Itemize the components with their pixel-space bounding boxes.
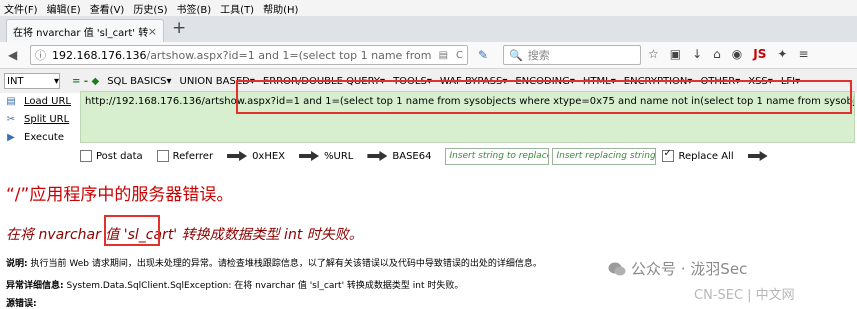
hackbar-options: Post data Referrer 0xHEX %URL BASE64 Ins… — [80, 146, 857, 166]
base64-label: BASE64 — [392, 150, 432, 162]
menu-help[interactable]: 帮助(H) — [263, 1, 298, 16]
url-encode-label: %URL — [324, 150, 354, 162]
highlight-box-payload — [236, 80, 852, 114]
download-icon[interactable]: ↓ — [692, 47, 702, 61]
bookmark-icon[interactable]: ▣ — [670, 47, 681, 61]
reader-icon[interactable]: ▤ — [439, 50, 448, 61]
close-icon[interactable]: × — [148, 25, 157, 38]
menu-tools[interactable]: 工具(T) — [220, 1, 254, 16]
exception-line: 异常详细信息: System.Data.SqlClient.SqlExcepti… — [6, 278, 463, 291]
menu-edit[interactable]: 编辑(E) — [47, 1, 81, 16]
type-select-value: INT — [7, 75, 24, 87]
watermark-account: 公众号 · 泷羽Sec — [608, 258, 747, 279]
replace-all-checkbox[interactable]: Replace All — [662, 148, 734, 162]
menu-sql-basics[interactable]: SQL BASICS▾ — [107, 76, 171, 87]
tab-strip: 在将 nvarchar 值 'sl_cart' 转... × + — [0, 16, 857, 42]
hex-label: 0xHEX — [252, 150, 286, 162]
error-heading: 在将 nvarchar 值 'sl_cart' 转换成数据类型 int 时失败。 — [6, 227, 363, 243]
url-host: 192.168.176.136 — [52, 48, 147, 62]
execute-label: Execute — [24, 131, 64, 143]
highlight-box-value — [104, 215, 160, 246]
new-tab-button[interactable]: + — [172, 18, 186, 38]
nav-bar: ◀ ⓘ 192.168.176.136/artshow.aspx?id=1 an… — [0, 42, 857, 69]
globe-icon[interactable]: ◉ — [732, 47, 742, 61]
menu-bookmarks[interactable]: 书签(B) — [177, 1, 212, 16]
arrow-right-icon[interactable] — [747, 151, 768, 161]
toolbar-icons: ☆ ▣ ↓ ⌂ ◉ JS ✦ ≡ — [648, 47, 809, 61]
arrow-right-icon — [299, 151, 320, 161]
execute-icon: ▶ — [7, 131, 15, 143]
arrow-right-icon — [367, 151, 388, 161]
base64-button[interactable]: BASE64 — [367, 151, 431, 162]
reload-icon[interactable]: C — [456, 50, 463, 61]
execute-button[interactable]: ▶ Execute — [4, 128, 80, 146]
hex-button[interactable]: 0xHEX — [227, 151, 285, 162]
tab-title: 在将 nvarchar 值 'sl_cart' 转... — [13, 27, 148, 39]
search-input[interactable]: 🔍 搜索 — [503, 45, 641, 65]
exception-text: System.Data.SqlClient.SqlException: 在将 n… — [66, 281, 464, 291]
checkbox-checked-icon — [662, 148, 675, 162]
tab-active[interactable]: 在将 nvarchar 值 'sl_cart' 转... × — [6, 19, 164, 42]
insert-string-input[interactable]: Insert string to replace — [445, 147, 550, 165]
wechat-icon — [608, 262, 626, 275]
load-url-button[interactable]: ▤ Load URL — [4, 92, 80, 110]
replace-all-label: Replace All — [678, 150, 734, 162]
search-placeholder: 搜索 — [527, 49, 550, 62]
referrer-checkbox[interactable]: Referrer — [156, 150, 214, 162]
split-url-label: Split URL — [24, 113, 70, 125]
page-title: “/”应用程序中的服务器错误。 — [6, 185, 234, 205]
checkbox-icon — [156, 150, 169, 162]
url-path: /artshow.aspx?id=1 and 1=(select top 1 n… — [146, 48, 435, 62]
js-icon[interactable]: JS — [753, 47, 766, 61]
menu-history[interactable]: 历史(S) — [133, 1, 167, 16]
back-icon[interactable]: ◀ — [8, 48, 17, 62]
search-icon: 🔍 — [509, 48, 523, 62]
menu-file[interactable]: 文件(F) — [4, 1, 38, 16]
load-icon: ▤ — [6, 95, 16, 107]
source-line: 源错误: — [6, 296, 37, 309]
info-icon[interactable]: ⓘ — [35, 47, 46, 63]
replacing-string-input[interactable]: Insert replacing string — [552, 147, 657, 165]
referrer-label: Referrer — [172, 150, 214, 162]
split-icon: ✂ — [6, 113, 16, 125]
hackbar-actions: ▤ Load URL ✂ Split URL ▶ Execute — [4, 92, 80, 146]
watermark-site: CN-SEC | 中文网 — [694, 288, 795, 303]
load-url-label: Load URL — [24, 95, 72, 107]
arrow-right-icon — [227, 151, 248, 161]
source-label: 源错误: — [6, 299, 37, 309]
menu-view[interactable]: 查看(V) — [90, 1, 125, 16]
post-data-label: Post data — [96, 150, 143, 162]
exception-label: 异常详细信息: — [6, 281, 64, 291]
watermark-account-text: 公众号 · 泷羽Sec — [631, 260, 748, 278]
menu-bar: 文件(F) 编辑(E) 查看(V) 历史(S) 书签(B) 工具(T) 帮助(H… — [0, 0, 857, 16]
extension-icon[interactable]: ✦ — [777, 47, 787, 61]
type-select[interactable]: INT ▾ — [4, 73, 60, 89]
chevron-down-icon: ▾ — [53, 75, 59, 87]
description-line: 说明: 执行当前 Web 请求期间，出现未处理的异常。请检查堆栈跟踪信息，以了解… — [6, 256, 542, 269]
star-icon[interactable]: ☆ — [648, 47, 659, 61]
home-icon[interactable]: ⌂ — [713, 47, 721, 61]
post-data-checkbox[interactable]: Post data — [80, 150, 143, 162]
url-bar[interactable]: ⓘ 192.168.176.136/artshow.aspx?id=1 and … — [30, 45, 468, 65]
equals-plus-icon[interactable]: = - ◆ — [72, 76, 99, 87]
url-encode-button[interactable]: %URL — [299, 151, 353, 162]
url-text: 192.168.176.136/artshow.aspx?id=1 and 1=… — [52, 49, 435, 62]
checkbox-icon — [80, 150, 92, 162]
description-label: 说明: — [6, 259, 28, 269]
description-text: 执行当前 Web 请求期间，出现未处理的异常。请检查堆栈跟踪信息，以了解有关该错… — [30, 259, 542, 269]
split-url-button[interactable]: ✂ Split URL — [4, 110, 80, 128]
menu-icon[interactable]: ≡ — [798, 47, 808, 61]
addon-icon[interactable]: ✎ — [478, 48, 488, 62]
